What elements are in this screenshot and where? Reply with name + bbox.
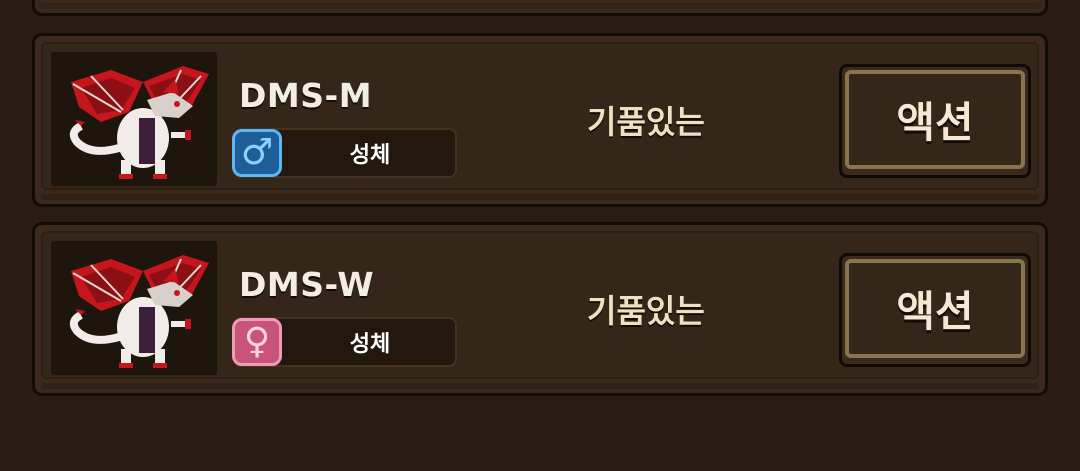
female-gender-icon: ♀ [232, 318, 282, 366]
action-button-label: 액션 [896, 287, 974, 336]
action-button[interactable]: 액션 [839, 64, 1031, 178]
card-body: DMS-W ♀ 성체 기품있는 액션 [41, 231, 1039, 379]
dragon-icon [69, 255, 209, 368]
action-button-frame: 액션 [845, 259, 1025, 358]
previous-card-edge [32, 0, 1048, 16]
dragon-icon [69, 66, 209, 179]
personality-label: 기품있는 [587, 103, 705, 141]
growth-stage-bar: ♀ 성체 [232, 317, 457, 367]
dragon-portrait [51, 52, 217, 186]
dragon-card: DMS-W ♀ 성체 기품있는 액션 [32, 222, 1048, 396]
dragon-card: DMS-M ♂ 성체 기품있는 액션 [32, 33, 1048, 207]
male-gender-icon: ♂ [232, 129, 282, 177]
action-button[interactable]: 액션 [839, 253, 1031, 367]
dragon-portrait [51, 241, 217, 375]
growth-stage-bar: ♂ 성체 [232, 128, 457, 178]
card-bottom-edge [41, 383, 1039, 389]
growth-stage-label: 성체 [349, 143, 391, 168]
growth-stage-label: 성체 [349, 332, 391, 357]
dragon-name: DMS-W [239, 265, 375, 304]
card-body: DMS-M ♂ 성체 기품있는 액션 [41, 42, 1039, 190]
action-button-frame: 액션 [845, 70, 1025, 169]
dragon-name: DMS-M [239, 76, 373, 115]
personality-label: 기품있는 [587, 292, 705, 330]
card-bottom-edge [41, 194, 1039, 200]
action-button-label: 액션 [896, 98, 974, 147]
